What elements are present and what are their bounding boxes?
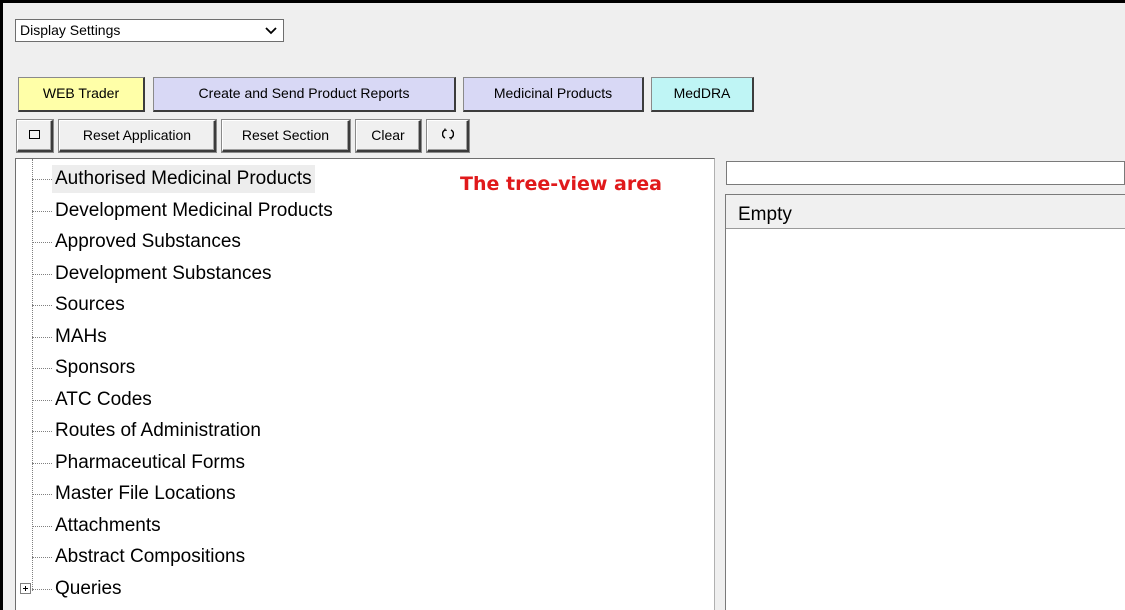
tree-item[interactable]: Queries [16, 575, 706, 603]
tree-connector-dots [32, 494, 52, 495]
tree-item[interactable]: Development Substances [16, 260, 706, 288]
expand-plus-icon[interactable] [20, 582, 31, 594]
tab-medicinal-products[interactable]: Medicinal Products [463, 77, 644, 112]
tree-item[interactable]: Sponsors [16, 354, 706, 382]
tree-item-label: Development Medicinal Products [55, 199, 333, 221]
tree-item[interactable]: ATC Codes [16, 386, 706, 414]
tree-connector-dots [32, 368, 52, 369]
tree-item[interactable]: Master File Locations [16, 480, 706, 508]
square-icon [29, 130, 40, 140]
tree-item[interactable]: Abstract Compositions [16, 543, 706, 571]
tree-connector-dots [32, 336, 52, 338]
tree-item[interactable]: MAHs [16, 323, 706, 351]
right-panel-list[interactable]: Empty [725, 194, 1125, 610]
tree-item-label: MAHs [55, 325, 107, 347]
tree-connector-dots [32, 305, 52, 306]
display-settings-value: Display Settings [20, 22, 121, 38]
tab-label: WEB Trader [42, 85, 120, 101]
tree-connector-dots [32, 273, 52, 275]
tree-connector-dots [32, 242, 52, 243]
tree-item-label: Queries [55, 577, 122, 599]
tree-connector-dots [32, 462, 52, 464]
tree-item-label: Authorised Medicinal Products [52, 165, 315, 193]
tree-item-label: Master File Locations [55, 483, 236, 504]
reset-application-label: Reset Application [82, 127, 192, 143]
annotation-label: The tree-view area [460, 173, 662, 195]
clear-button[interactable]: Clear [356, 120, 421, 152]
refresh-button[interactable] [427, 120, 469, 152]
tree-connector-dots [32, 525, 52, 527]
tree-item[interactable]: Pharmaceutical Forms [16, 449, 706, 477]
right-panel-field[interactable] [726, 161, 1125, 185]
tree-item-label: Abstract Compositions [55, 546, 246, 567]
restore-button[interactable] [17, 120, 53, 152]
reset-section-label: Reset Section [241, 127, 330, 143]
list-header: Empty [726, 195, 1125, 229]
tree-item-label: ATC Codes [55, 388, 152, 410]
reset-section-button[interactable]: Reset Section [222, 120, 350, 152]
tree-item[interactable]: Sources [16, 291, 706, 319]
tab-label: Create and Send Product Reports [198, 85, 410, 101]
tree-item[interactable]: Development Medicinal Products [16, 197, 706, 225]
tree-connector-dots [32, 179, 52, 180]
chevron-down-icon [265, 27, 277, 35]
tab-meddra[interactable]: MedDRA [651, 77, 754, 112]
tab-label: Medicinal Products [493, 85, 613, 101]
tree-item[interactable]: Approved Substances [16, 228, 706, 256]
tree-connector-dots [32, 557, 52, 558]
tree-item-label: Attachments [55, 514, 161, 536]
tree-item[interactable]: Routes of Administration [16, 417, 706, 445]
tree-connector-dots [32, 399, 52, 401]
tree-connector-dots [32, 588, 52, 590]
tree-item-label: Approved Substances [55, 231, 241, 252]
cycle-icon [441, 128, 454, 140]
window-border-top [0, 0, 1125, 3]
tree-item-label: Routes of Administration [55, 420, 261, 441]
tree-connector-dots [32, 431, 52, 432]
tab-label: MedDRA [673, 85, 731, 101]
tree-item-label: Development Substances [55, 262, 272, 284]
tree-item-label: Sponsors [55, 357, 136, 378]
tree-item-label: Sources [55, 294, 125, 315]
tab-create-send-product-reports[interactable]: Create and Send Product Reports [153, 77, 456, 112]
display-settings-select[interactable]: Display Settings [15, 19, 284, 42]
clear-label: Clear [371, 127, 405, 143]
tree-connector-dots [32, 210, 52, 212]
tree-item[interactable]: Attachments [16, 512, 706, 540]
tree-item-label: Pharmaceutical Forms [55, 451, 246, 473]
window-border-left [0, 0, 3, 610]
tree-view[interactable]: Authorised Medicinal Products Development… [15, 158, 715, 610]
tab-web-trader[interactable]: WEB Trader [18, 77, 145, 112]
reset-application-button[interactable]: Reset Application [59, 120, 216, 152]
